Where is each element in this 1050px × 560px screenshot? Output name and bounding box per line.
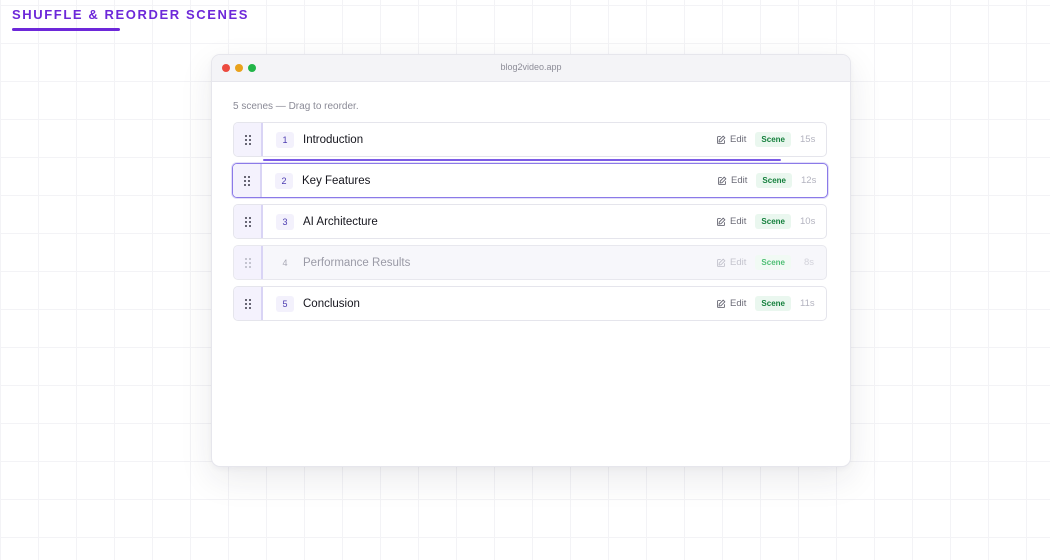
- app-window: blog2video.app 5 scenes — Drag to reorde…: [211, 54, 851, 467]
- scene-duration: 15s: [800, 134, 816, 145]
- scene-count-hint: 5 scenes — Drag to reorder.: [233, 101, 359, 112]
- drag-handle[interactable]: [234, 287, 263, 320]
- scene-row[interactable]: 3 AI Architecture Edit Scene 10s: [233, 204, 827, 239]
- grip-vertical-icon: [244, 298, 251, 309]
- grip-vertical-icon: [243, 175, 250, 186]
- scene-type-badge: Scene: [755, 296, 791, 311]
- scene-number: 4: [282, 257, 288, 268]
- scene-duration: 8s: [803, 257, 814, 268]
- edit-scene-button[interactable]: Edit: [716, 134, 746, 145]
- scene-number: 2: [275, 172, 293, 189]
- scene-number: 1: [276, 131, 294, 148]
- window-title: blog2video.app: [500, 62, 562, 72]
- page-title: SHUFFLE & REORDER SCENES: [12, 7, 250, 22]
- grip-vertical-icon: [244, 216, 251, 227]
- edit-label: Edit: [730, 257, 747, 268]
- drag-handle[interactable]: [234, 123, 263, 156]
- drop-indicator: [263, 159, 781, 161]
- pencil-square-icon: [718, 176, 727, 185]
- scene-title: AI Architecture: [303, 215, 378, 228]
- drag-handle[interactable]: [234, 246, 263, 279]
- window-titlebar: blog2video.app: [212, 55, 850, 82]
- page-heading: SHUFFLE & REORDER SCENES: [12, 7, 249, 31]
- scene-number: 3: [276, 213, 294, 230]
- scene-list: 1 Introduction Edit Scene 15s 2 Key Feat…: [232, 122, 829, 321]
- scene-row[interactable]: 2 Key Features Edit Scene 12s: [232, 163, 828, 198]
- edit-scene-button[interactable]: Edit: [716, 257, 746, 268]
- drag-handle[interactable]: [233, 164, 262, 197]
- scene-editor: 5 scenes — Drag to reorder. 1 Introducti…: [212, 82, 850, 321]
- edit-label: Edit: [731, 175, 748, 186]
- pencil-square-icon: [717, 299, 726, 308]
- scene-type-badge: Scene: [755, 255, 791, 270]
- edit-label: Edit: [730, 134, 747, 145]
- edit-label: Edit: [730, 298, 747, 309]
- scene-row[interactable]: 4 Performance Results Edit Scene 8s: [233, 245, 827, 280]
- scene-duration: 10s: [800, 216, 816, 227]
- scene-type-badge: Scene: [756, 173, 792, 188]
- pencil-square-icon: [717, 217, 726, 226]
- scene-type-badge: Scene: [755, 214, 791, 229]
- pencil-square-icon: [717, 135, 726, 144]
- scene-title: Introduction: [303, 133, 364, 146]
- edit-scene-button[interactable]: Edit: [716, 298, 746, 309]
- edit-label: Edit: [730, 216, 747, 227]
- drag-handle[interactable]: [234, 205, 263, 238]
- grip-vertical-icon: [244, 257, 251, 268]
- title-underline: [12, 28, 120, 31]
- scene-duration: 12s: [801, 175, 817, 186]
- scene-title: Key Features: [302, 174, 371, 187]
- scene-number: 5: [276, 295, 294, 312]
- scene-duration: 11s: [800, 298, 815, 309]
- pencil-square-icon: [717, 258, 726, 267]
- scene-title: Performance Results: [303, 256, 411, 269]
- scene-title: Conclusion: [303, 297, 360, 310]
- edit-scene-button[interactable]: Edit: [717, 175, 747, 186]
- grip-vertical-icon: [244, 134, 251, 145]
- scene-type-badge: Scene: [755, 132, 791, 147]
- scene-row[interactable]: 5 Conclusion Edit Scene 11s: [233, 286, 827, 321]
- scene-row[interactable]: 1 Introduction Edit Scene 15s: [233, 122, 827, 161]
- edit-scene-button[interactable]: Edit: [716, 216, 746, 227]
